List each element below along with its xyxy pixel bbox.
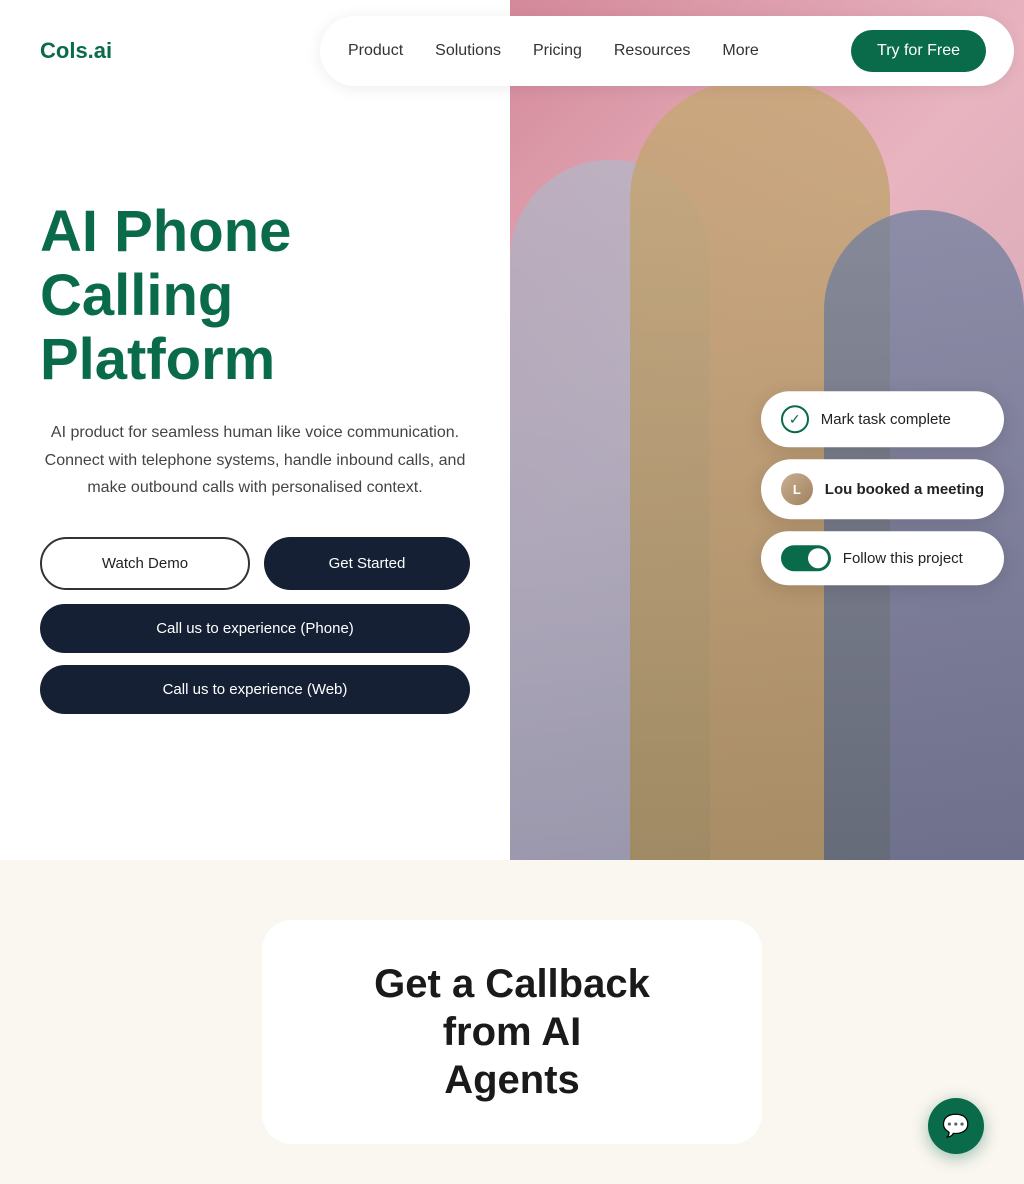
try-for-free-button[interactable]: Try for Free bbox=[851, 30, 986, 72]
hero-left: AI Phone Calling Platform AI product for… bbox=[0, 0, 510, 860]
chat-icon: 💬 bbox=[942, 1113, 969, 1139]
nav-item-resources[interactable]: Resources bbox=[614, 42, 690, 60]
hero-buttons-row1: Watch Demo Get Started bbox=[40, 537, 470, 590]
nav-item-more[interactable]: More bbox=[722, 42, 758, 60]
user-avatar: L bbox=[781, 473, 813, 505]
nav-item-product[interactable]: Product bbox=[348, 42, 403, 60]
nav-item-pricing[interactable]: Pricing bbox=[533, 42, 582, 60]
hero-title: AI Phone Calling Platform bbox=[40, 200, 470, 391]
nav-item-solutions[interactable]: Solutions bbox=[435, 42, 501, 60]
get-started-button[interactable]: Get Started bbox=[264, 537, 470, 590]
call-web-button[interactable]: Call us to experience (Web) bbox=[40, 665, 470, 714]
check-icon: ✓ bbox=[781, 405, 809, 433]
callback-subtitle: Agents bbox=[444, 1058, 580, 1102]
follow-project-label: Follow this project bbox=[843, 550, 963, 567]
nav-links: Product Solutions Pricing Resources More bbox=[348, 42, 759, 60]
callback-title: Get a Callback from AI Agents bbox=[342, 960, 682, 1104]
follow-project-card: Follow this project bbox=[761, 531, 1004, 585]
follow-toggle[interactable] bbox=[781, 545, 831, 571]
booked-meeting-card: L Lou booked a meeting bbox=[761, 459, 1004, 519]
call-phone-button[interactable]: Call us to experience (Phone) bbox=[40, 604, 470, 653]
navbar: Product Solutions Pricing Resources More… bbox=[320, 16, 1014, 86]
watch-demo-button[interactable]: Watch Demo bbox=[40, 537, 250, 590]
booked-meeting-user: Lou bbox=[825, 481, 853, 498]
hero-subtitle: AI product for seamless human like voice… bbox=[40, 419, 470, 501]
logo[interactable]: Cols.ai bbox=[40, 38, 112, 64]
chat-bubble-button[interactable]: 💬 bbox=[928, 1098, 984, 1154]
hero-right: ✓ Mark task complete L Lou booked a meet… bbox=[510, 0, 1024, 860]
bottom-section: Get a Callback from AI Agents 💬 bbox=[0, 860, 1024, 1184]
booked-meeting-text: Lou booked a meeting bbox=[825, 481, 984, 498]
mark-task-card: ✓ Mark task complete bbox=[761, 391, 1004, 447]
booked-meeting-action: booked a meeting bbox=[852, 481, 984, 498]
hero-section: AI Phone Calling Platform AI product for… bbox=[0, 0, 1024, 860]
mark-task-label: Mark task complete bbox=[821, 411, 951, 428]
floating-cards: ✓ Mark task complete L Lou booked a meet… bbox=[761, 391, 1004, 585]
callback-card: Get a Callback from AI Agents bbox=[262, 920, 762, 1144]
